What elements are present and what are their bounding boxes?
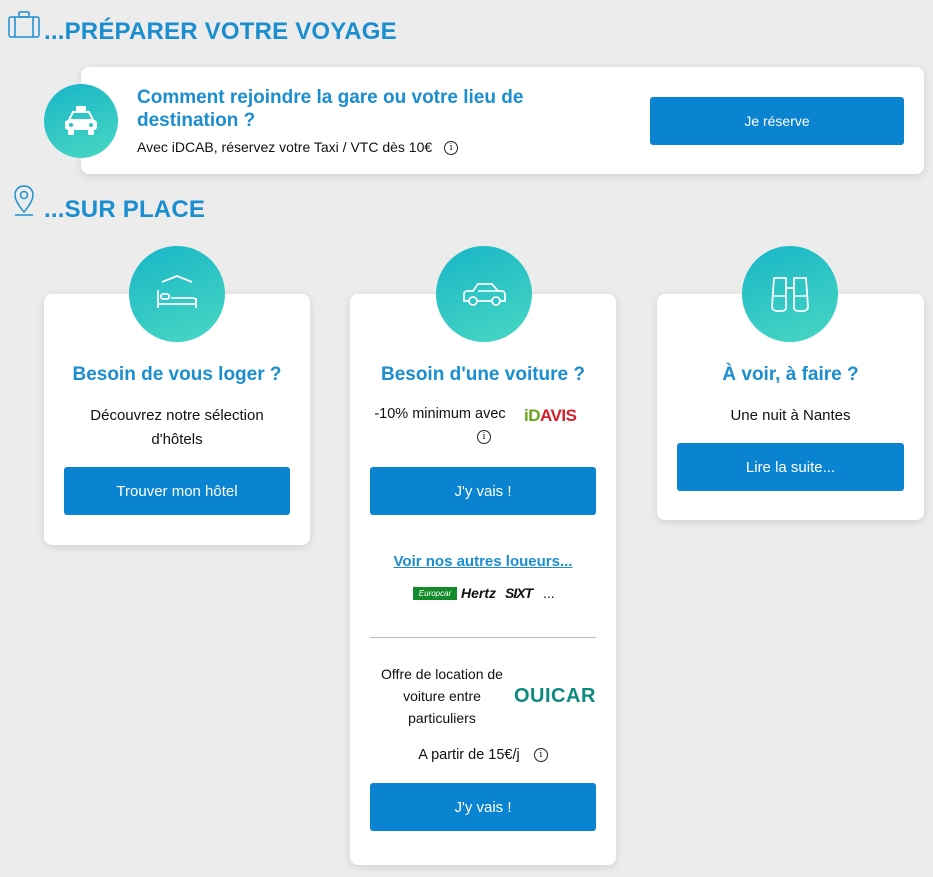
divider (370, 637, 596, 638)
ouicar-logo: OUICAR (514, 685, 596, 707)
read-more-button[interactable]: Lire la suite... (677, 443, 904, 491)
section-title-prepare: ...PRÉPARER VOTRE VOYAGE (44, 18, 397, 45)
reserve-button[interactable]: Je réserve (650, 97, 904, 145)
todo-title: À voir, à faire ? (722, 364, 859, 385)
info-icon[interactable]: i (477, 430, 491, 444)
binoculars-icon (771, 277, 809, 312)
ouicar-text: Offre de location de voiture entre parti… (381, 666, 503, 726)
info-icon[interactable]: i (533, 748, 548, 763)
europcar-logo: Europcar (413, 587, 457, 600)
location-pin-icon (14, 185, 34, 216)
renter-logos: Europcar Hertz SIXT ... (413, 585, 573, 603)
hertz-logo: Hertz (461, 585, 497, 601)
hotel-title: Besoin de vous loger ? (72, 364, 282, 385)
taxi-icon (65, 106, 97, 135)
bed-icon (157, 275, 197, 308)
avis-logo-prefix: iD (524, 406, 541, 425)
more-logos: ... (543, 585, 555, 601)
sixt-logo: SIXT (505, 585, 533, 601)
car-circle (436, 246, 532, 342)
taxi-subtitle-row: Avec iDCAB, réservez votre Taxi / VTC dè… (137, 139, 459, 156)
hotel-text: Découvrez notre sélection d'hôtels (90, 407, 264, 448)
taxi-title: Comment rejoindre la gare ou votre lieu … (137, 87, 524, 131)
price-text: A partir de 15€/j (418, 747, 520, 763)
todo-text: Une nuit à Nantes (730, 407, 851, 424)
price-row: A partir de 15€/j i (350, 747, 616, 763)
avis-offer-text: -10% minimum avec (374, 406, 506, 422)
taxi-circle (44, 84, 118, 158)
go-avis-button[interactable]: J'y vais ! (370, 467, 596, 515)
avis-logo: iDAVIS (524, 406, 577, 426)
other-renters-link[interactable]: Voir nos autres loueurs... (350, 550, 616, 574)
find-hotel-button[interactable]: Trouver mon hôtel (64, 467, 290, 515)
car-card: Besoin d'une voiture ? -10% minimum avec… (350, 294, 616, 865)
avis-offer-row: -10% minimum avec i iDAVIS (370, 406, 596, 446)
info-icon[interactable]: i (444, 141, 459, 156)
todo-circle (742, 246, 838, 342)
luggage-icon (8, 11, 40, 38)
hotel-circle (129, 246, 225, 342)
car-icon (463, 283, 506, 306)
avis-logo-suffix: AVIS (540, 406, 577, 425)
taxi-subtitle: Avec iDCAB, réservez votre Taxi / VTC dè… (137, 139, 433, 155)
section-title-onsite: ...SUR PLACE (44, 196, 206, 223)
car-title: Besoin d'une voiture ? (380, 364, 586, 385)
go-ouicar-button[interactable]: J'y vais ! (370, 783, 596, 831)
